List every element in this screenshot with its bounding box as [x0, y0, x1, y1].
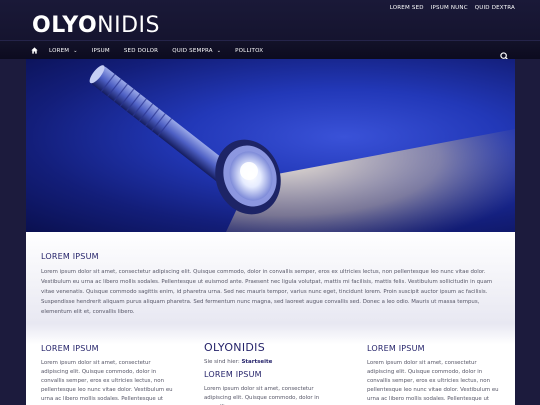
- breadcrumb-link-home[interactable]: Startseite: [241, 359, 272, 365]
- nav-item-label: SED DOLOR: [123, 47, 159, 54]
- left-column-text: Lorem ipsum dolor sit amet, consectetur …: [41, 360, 173, 402]
- left-column: LOREM IPSUM Lorem ipsum dolor sit amet, …: [41, 324, 176, 405]
- home-icon[interactable]: [26, 47, 42, 54]
- site-logo[interactable]: OLYONIDIS: [32, 14, 160, 38]
- chevron-down-icon: ⌄: [73, 47, 78, 54]
- logo-light-part: NIDIS: [97, 13, 160, 38]
- nav-item-label: LOREM: [49, 47, 70, 54]
- nav-item-ipsum[interactable]: IPSUM: [85, 41, 117, 60]
- site-header: OLYONIDIS LOREM SED IPSUM NUNC QUID DEXT…: [0, 0, 540, 40]
- nav-item-sed-dolor[interactable]: SED DOLOR: [117, 41, 165, 60]
- nav-item-label: QUID SEMPRA: [172, 47, 213, 54]
- intro-heading: LOREM IPSUM: [41, 252, 99, 261]
- intro-section: LOREM IPSUM Lorem ipsum dolor sit amet, …: [26, 232, 515, 324]
- intro-text: Lorem ipsum dolor sit amet, consectetur …: [41, 269, 493, 315]
- nav-item-pollitox[interactable]: POLLITOX: [228, 41, 270, 60]
- left-column-heading: LOREM IPSUM: [41, 344, 99, 353]
- breadcrumb: Sie sind hier: Startseite: [204, 359, 339, 365]
- middle-column-heading: LOREM IPSUM: [204, 370, 262, 379]
- right-column-heading: LOREM IPSUM: [367, 344, 425, 353]
- top-link-ipsum-nunc[interactable]: IPSUM NUNC: [431, 5, 468, 11]
- nav-item-quid-sempra[interactable]: QUID SEMPRA ⌄: [165, 41, 228, 60]
- search-icon[interactable]: [500, 46, 509, 61]
- middle-column-text: Lorem ipsum dolor sit amet, consectetur …: [204, 386, 320, 405]
- breadcrumb-prefix: Sie sind hier:: [204, 359, 242, 365]
- hero-banner: [26, 59, 515, 232]
- page-title: OLYONIDIS: [204, 341, 265, 354]
- top-link-lorem-sed[interactable]: LOREM SED: [390, 5, 424, 11]
- chevron-down-icon: ⌄: [216, 47, 222, 54]
- middle-column: OLYONIDIS Sie sind hier: Startseite LORE…: [204, 324, 339, 405]
- top-link-quid-dextra[interactable]: QUID DEXTRA: [475, 5, 515, 11]
- nav-item-lorem[interactable]: LOREM ⌄: [42, 41, 85, 60]
- top-links: LOREM SED IPSUM NUNC QUID DEXTRA: [390, 5, 515, 11]
- columns-section: LOREM IPSUM Lorem ipsum dolor sit amet, …: [26, 324, 515, 405]
- flashlight-image: [89, 65, 515, 232]
- right-column-text: Lorem ipsum dolor sit amet, consectetur …: [367, 360, 499, 402]
- main-navigation: LOREM ⌄ IPSUM SED DOLOR QUID SEMPRA ⌄ PO…: [0, 40, 540, 61]
- nav-item-label: IPSUM: [91, 47, 110, 54]
- right-column: LOREM IPSUM Lorem ipsum dolor sit amet, …: [367, 324, 502, 405]
- logo-bold-part: OLYO: [32, 13, 98, 38]
- nav-item-label: POLLITOX: [235, 47, 264, 54]
